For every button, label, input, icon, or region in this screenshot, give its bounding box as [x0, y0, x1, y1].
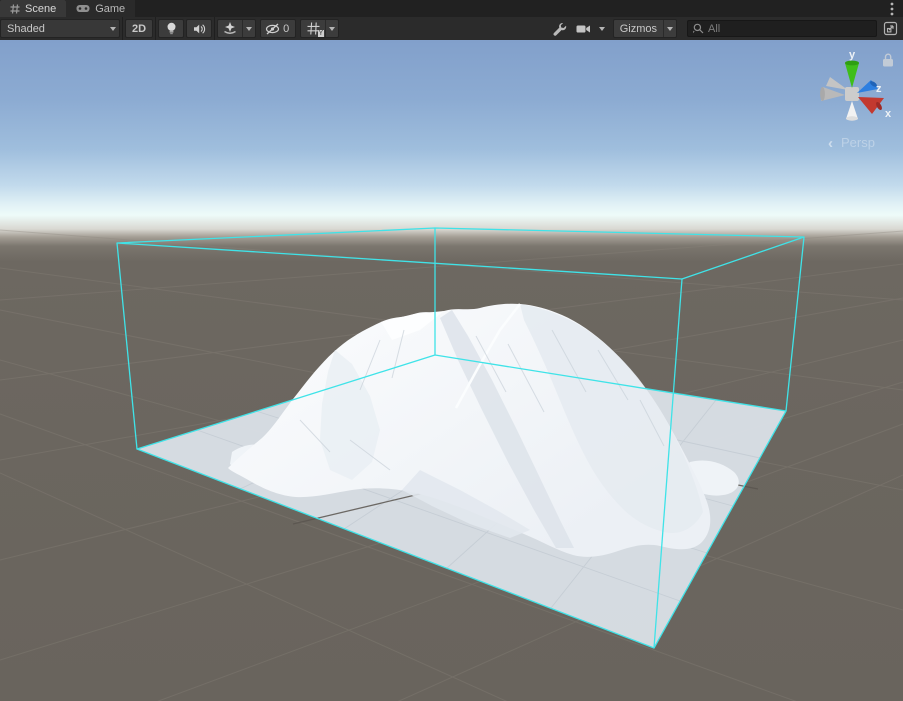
gizmos-dropdown[interactable]: Gizmos: [613, 19, 677, 38]
scene-view-window: Scene Game Shaded 2D: [0, 0, 903, 701]
lightbulb-icon: [159, 20, 183, 37]
camera-dropdown-arrow[interactable]: [596, 19, 609, 38]
window-menu-button[interactable]: [881, 0, 903, 17]
lock-icon[interactable]: [883, 54, 893, 66]
gamepad-icon: [76, 4, 90, 13]
axis-x-cone[interactable]: [858, 97, 884, 114]
projection-chevron-icon: ‹: [828, 135, 833, 152]
axis-z-label: z: [876, 83, 882, 95]
gizmos-dropdown-arrow[interactable]: [663, 20, 676, 37]
effects-dropdown-arrow[interactable]: [242, 20, 255, 37]
search-input[interactable]: [708, 23, 871, 35]
component-tools-button[interactable]: [548, 19, 572, 38]
projection-label: Persp: [841, 135, 875, 150]
axis-x-label: x: [885, 108, 892, 120]
tab-game[interactable]: Game: [66, 0, 135, 17]
tab-scene-label: Scene: [25, 3, 56, 15]
effects-star-icon: [218, 20, 242, 37]
draw-mode-dropdown[interactable]: Shaded: [0, 19, 120, 38]
audio-toggle-button[interactable]: [186, 19, 212, 38]
2d-toggle-button[interactable]: 2D: [125, 19, 153, 38]
kebab-menu-icon: [890, 2, 894, 16]
orientation-gizmo[interactable]: y z x: [820, 49, 892, 121]
wrench-icon: [548, 19, 572, 38]
axis-y-label: y: [849, 49, 856, 61]
chevron-down-icon: [106, 20, 119, 37]
camera-settings-button[interactable]: [572, 19, 609, 38]
speaker-icon: [187, 20, 211, 37]
grid-dropdown-arrow[interactable]: [325, 20, 338, 37]
tab-game-label: Game: [95, 3, 125, 15]
grid-visibility-button[interactable]: Y: [300, 19, 339, 38]
search-icon: [693, 23, 704, 34]
toolbar-separator: [214, 17, 215, 40]
axis-neg-x-cone[interactable]: [820, 87, 845, 101]
gizmos-label: Gizmos: [614, 23, 663, 35]
axis-neg-y-cone[interactable]: [846, 101, 858, 121]
lighting-toggle-button[interactable]: [158, 19, 184, 38]
gizmo-center-cube[interactable]: [845, 87, 859, 101]
grid-icon: Y: [301, 20, 325, 37]
axis-neg-z-cone[interactable]: [826, 77, 848, 90]
tab-bar: Scene Game: [0, 0, 903, 17]
scene-grid-icon: [10, 4, 20, 14]
2d-toggle-label: 2D: [126, 23, 152, 35]
axis-z-cone[interactable]: [857, 80, 878, 93]
camera-icon: [572, 19, 596, 38]
axis-y-cone[interactable]: [845, 61, 859, 88]
scene-render: y z x ‹ Persp: [0, 40, 903, 701]
hidden-objects-button[interactable]: 0: [260, 19, 296, 38]
scene-toolbar: Shaded 2D: [0, 17, 903, 40]
toolbar-separator: [122, 17, 123, 40]
scene-viewport[interactable]: y z x ‹ Persp: [0, 40, 903, 701]
effects-toggle-button[interactable]: [217, 19, 256, 38]
draw-mode-label: Shaded: [1, 23, 51, 35]
tab-scene[interactable]: Scene: [0, 0, 66, 17]
grid-axis-label: Y: [318, 30, 325, 37]
projection-toggle[interactable]: ‹ Persp: [828, 135, 875, 152]
toolbar-separator: [155, 17, 156, 40]
hidden-count-label: 0: [283, 23, 295, 35]
eye-slash-icon: [261, 20, 283, 37]
maximize-icon: [883, 21, 898, 36]
scene-search-field[interactable]: [687, 20, 877, 37]
maximize-button[interactable]: [883, 21, 898, 36]
